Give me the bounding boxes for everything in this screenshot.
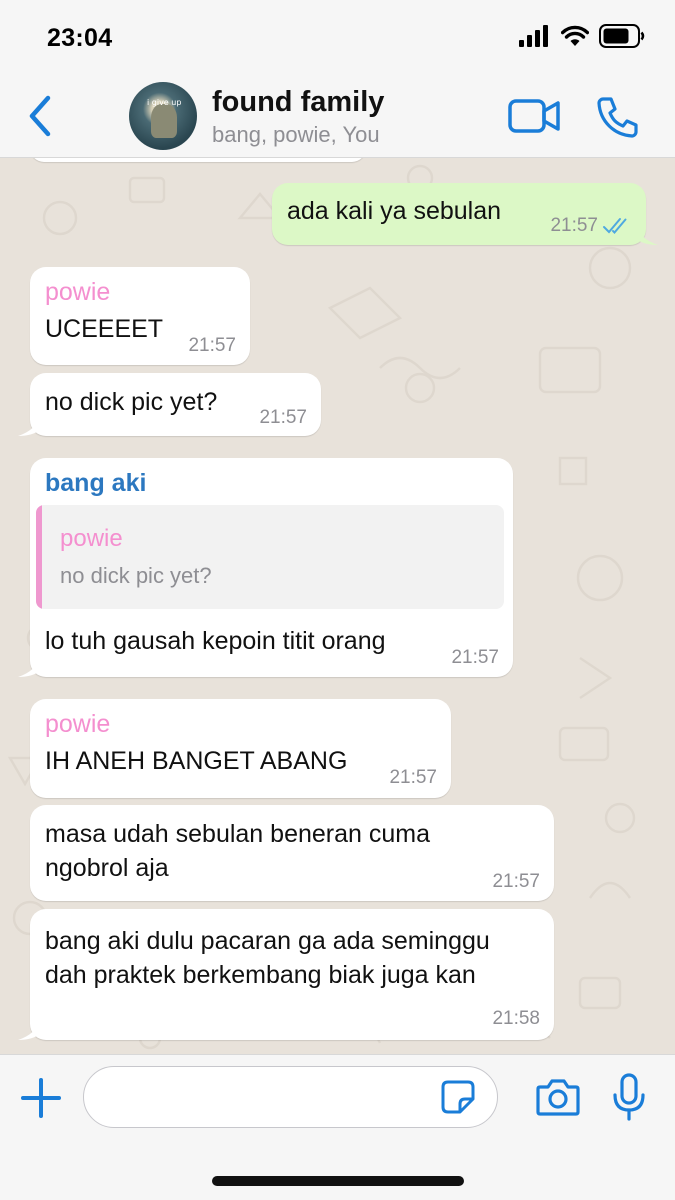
message-timestamp: 21:57: [492, 871, 540, 892]
camera-icon[interactable]: [536, 1077, 580, 1117]
message-text-line-1: bang aki dulu pacaran ga ada seminggu: [45, 927, 490, 955]
bubble-tail: [18, 1020, 40, 1040]
message-text: lo tuh gausah kepoin titit orang: [45, 627, 386, 655]
bubble-tail: [18, 416, 40, 436]
message-timestamp: 21:57: [188, 335, 236, 356]
phone-icon[interactable]: [596, 96, 638, 138]
message-bubble-incoming[interactable]: powie UCEEEET 21:57: [30, 267, 250, 365]
message-sender[interactable]: bang aki: [45, 469, 146, 498]
message-text: ada kali ya sebulan: [287, 197, 502, 225]
message-timestamp: 21:57: [259, 407, 307, 428]
quoted-message[interactable]: powie no dick pic yet?: [36, 505, 504, 609]
message-timestamp: 21:57: [550, 215, 598, 236]
message-text: no dick pic yet?: [45, 388, 218, 416]
quoted-sender: powie: [60, 525, 123, 552]
chat-area[interactable]: ada kali ya sebulan 21:57 powie UCEEEET …: [0, 158, 675, 1054]
home-indicator[interactable]: [212, 1176, 464, 1186]
message-bubble-incoming[interactable]: powie IH ANEH BANGET ABANG 21:57: [30, 699, 451, 798]
message-sender[interactable]: powie: [45, 710, 110, 739]
message-bubble-incoming[interactable]: masa udah sebulan beneran cuma ngobrol a…: [30, 805, 554, 901]
message-bubble-incoming[interactable]: no dick pic yet? 21:57: [18, 373, 321, 436]
message-timestamp: 21:58: [492, 1008, 540, 1029]
quote-accent-bar: [36, 505, 42, 609]
message-timestamp: 21:57: [389, 767, 437, 788]
message-bubble-reply[interactable]: bang aki powie no dick pic yet? lo tuh g…: [18, 458, 513, 677]
status-time: 23:04: [47, 24, 113, 52]
video-camera-icon[interactable]: [508, 98, 560, 134]
message-text: IH ANEH BANGET ABANG: [45, 747, 348, 775]
wifi-icon: [561, 25, 589, 46]
microphone-icon[interactable]: [612, 1073, 646, 1121]
sticker-icon[interactable]: [440, 1079, 476, 1115]
read-receipt-icon: [603, 218, 627, 234]
message-timestamp: 21:57: [451, 647, 499, 668]
message-text: UCEEEET: [45, 315, 164, 343]
avatar-caption: i give up: [147, 98, 182, 107]
bubble-tail: [18, 657, 40, 677]
message-bubble-incoming[interactable]: bang aki dulu pacaran ga ada seminggu da…: [18, 909, 554, 1040]
message-sender[interactable]: powie: [45, 278, 110, 307]
message-input[interactable]: [104, 1079, 434, 1115]
avatar-figure: [151, 104, 177, 138]
battery-icon: [599, 24, 645, 48]
status-bar: 23:04: [0, 0, 675, 72]
chat-header: i give up found family bang, powie, You: [0, 72, 675, 158]
message-bubble-partial: [30, 158, 366, 162]
message-text-line-1: masa udah sebulan beneran cuma: [45, 820, 430, 848]
status-icons: [519, 24, 645, 48]
message-time: 21:57: [550, 215, 632, 237]
cellular-signal-icon: [519, 25, 548, 47]
plus-icon[interactable]: [20, 1077, 62, 1119]
message-bubble-outgoing[interactable]: ada kali ya sebulan 21:57: [272, 183, 658, 245]
composer-bar: [0, 1054, 675, 1200]
quoted-text: no dick pic yet?: [60, 563, 212, 588]
message-text-line-2: ngobrol aja: [45, 854, 169, 882]
chevron-left-icon[interactable]: [26, 94, 56, 138]
message-text-line-2: dah praktek berkembang biak juga kan: [45, 961, 476, 989]
chat-participants[interactable]: bang, powie, You: [212, 122, 380, 148]
bubble-tail: [636, 225, 658, 245]
message-input-container[interactable]: [83, 1066, 498, 1128]
chat-title[interactable]: found family: [212, 86, 384, 119]
group-avatar[interactable]: i give up: [129, 82, 197, 150]
